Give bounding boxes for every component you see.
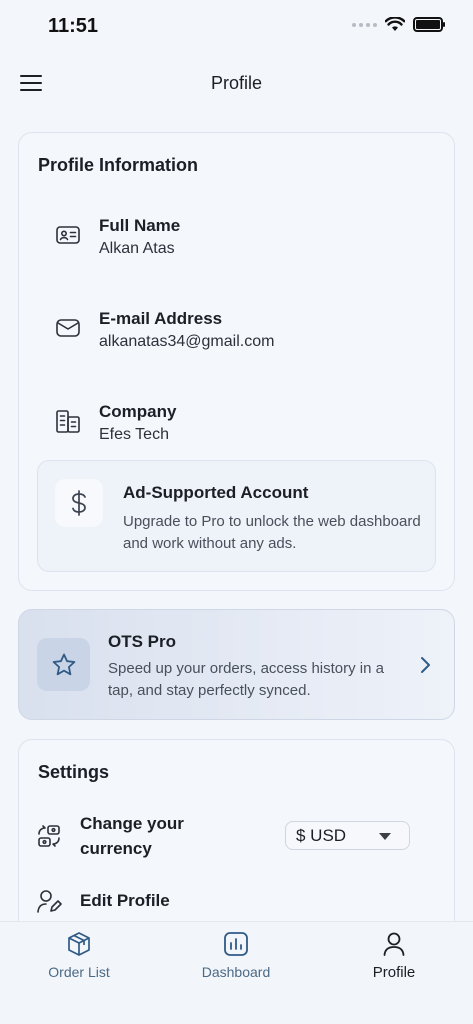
chart-icon [224,932,248,956]
full-name-label: Full Name [99,216,181,235]
profile-info-title: Profile Information [38,155,199,175]
pro-title: OTS Pro [108,632,177,651]
wifi-icon [385,17,405,31]
tab-label-profile: Profile [372,964,416,981]
box-icon [68,932,90,956]
status-bar: 11:51 [0,0,473,56]
tab-order-list[interactable]: Order List [19,930,139,990]
profile-info-card: Profile Information Full Name Alkan Atas… [18,132,455,591]
edit-profile-label: Edit Profile [80,891,170,910]
battery-icon [413,17,445,32]
app-header: Profile [0,56,473,112]
email-label: E-mail Address [99,309,223,328]
full-name-row: Full Name Alkan Atas [55,216,435,266]
change-currency-label: Change your currency [80,814,184,858]
id-card-icon [56,226,80,244]
tab-label-dashboard: Dashboard [201,964,271,980]
edit-profile-row[interactable]: Edit Profile [36,888,416,918]
email-value: alkanatas34@gmail.com [99,333,275,350]
mail-icon [56,319,80,337]
ad-title: Ad-Supported Account [123,483,309,502]
page-title: Profile [210,73,263,93]
building-icon [56,410,80,433]
full-name-value: Alkan Atas [99,240,175,257]
status-time: 11:51 [48,15,99,37]
star-icon [52,653,75,675]
company-value: Efes Tech [99,426,169,443]
bottom-tab-bar: Order List Dashboard Profile [0,921,473,1024]
dollar-icon-box [55,479,103,527]
settings-title: Settings [38,762,110,782]
signal-icon [352,22,377,27]
user-icon [383,932,405,956]
pro-description: Speed up your orders, access history in … [108,660,384,699]
chevron-right-icon [421,657,430,673]
company-label: Company [99,402,177,421]
star-icon-box [37,638,90,691]
ad-supported-notice: Ad-Supported Account Upgrade to Pro to u… [37,460,436,572]
currency-exchange-icon [38,825,60,847]
tab-dashboard[interactable]: Dashboard [176,930,296,990]
company-row: Company Efes Tech [55,402,435,452]
status-icons [352,17,445,32]
tab-label-order-list: Order List [48,964,110,980]
caret-down-icon [379,833,391,840]
currency-select[interactable]: $ USD [285,821,410,850]
currency-select-value: $ USD [296,825,347,845]
tab-profile[interactable]: Profile [334,930,454,990]
ad-description: Upgrade to Pro to unlock the web dashboa… [123,513,421,552]
ots-pro-card[interactable]: OTS Pro Speed up your orders, access his… [18,609,455,720]
dollar-icon [72,490,86,516]
user-edit-icon [37,890,62,913]
email-row: E-mail Address alkanatas34@gmail.com [55,309,435,359]
